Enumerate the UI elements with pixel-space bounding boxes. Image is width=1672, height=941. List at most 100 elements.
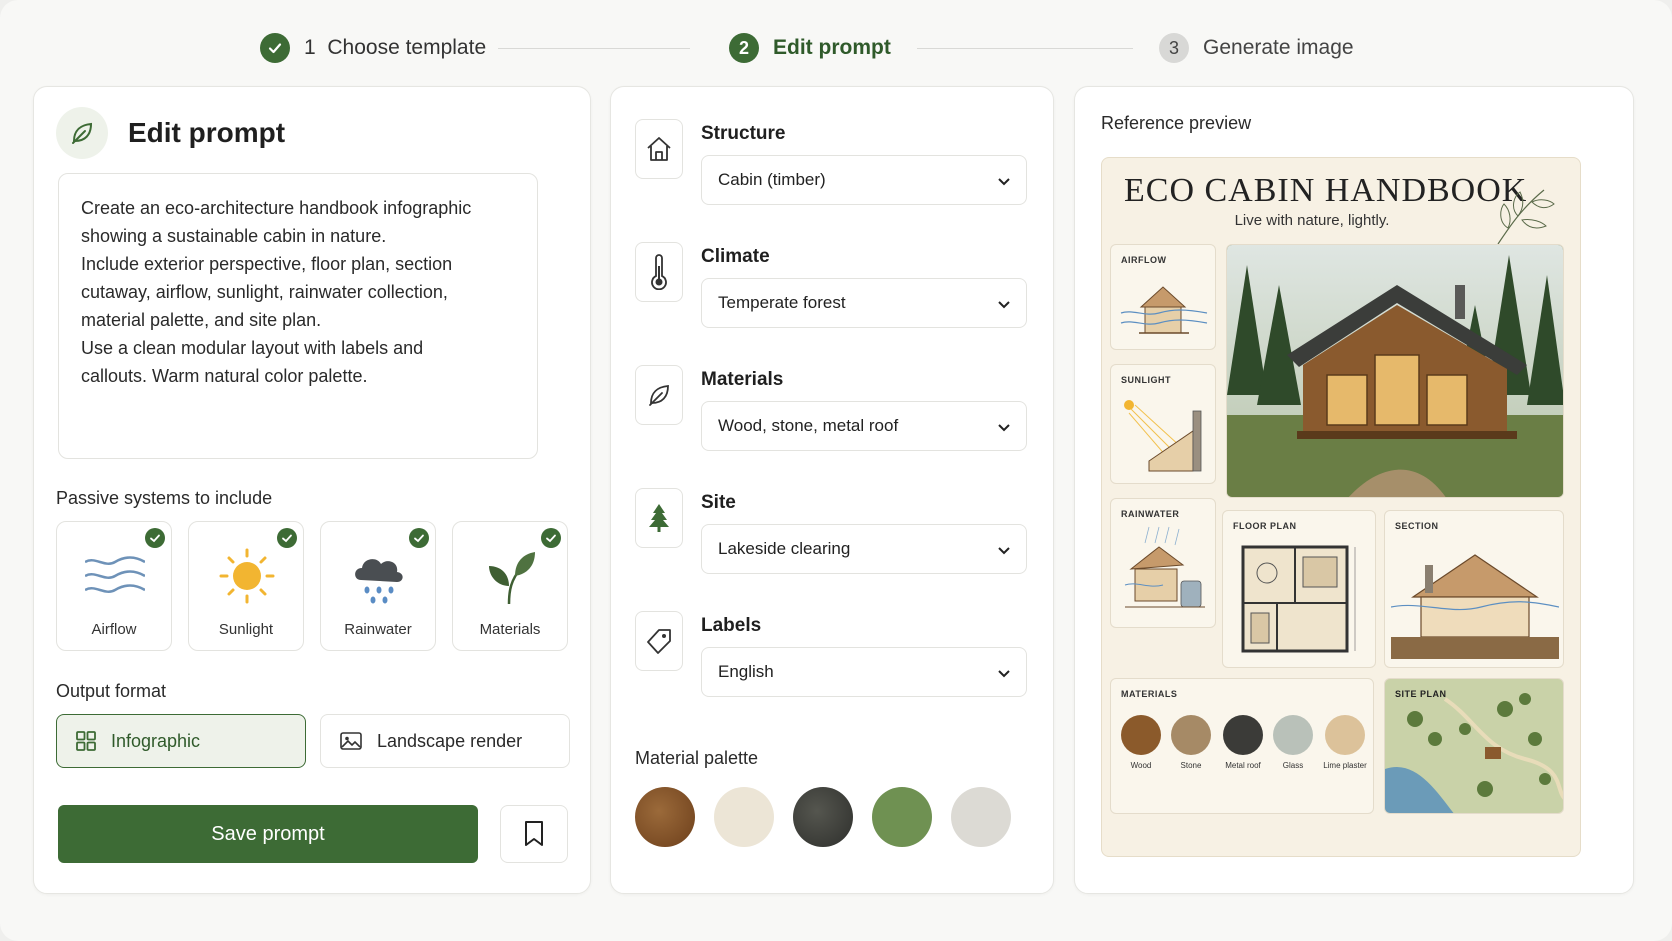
panel-label: FLOOR PLAN [1233,521,1297,531]
material-swatch [1273,715,1313,755]
grid-icon [76,731,96,751]
panel-label: SITE PLAN [1395,689,1447,699]
thermometer-icon [635,242,683,302]
system-tile-airflow[interactable]: Airflow [56,521,172,651]
structure-select[interactable]: Cabin (timber) [701,155,1027,205]
reference-preview-card: Reference preview ECO CABIN HANDBOOK Liv… [1074,86,1634,894]
poster-panel-section: SECTION [1384,510,1564,668]
structure-label: Structure [701,123,786,144]
panel-label: MATERIALS [1121,689,1178,699]
tile-label: Airflow [91,621,137,638]
tile-label: Materials [479,621,541,638]
poster-panel-floor-plan: FLOOR PLAN [1222,510,1376,668]
labels-value: English [718,662,774,681]
app-window: 1 Choose template 2 Edit prompt 3 Genera… [0,0,1672,941]
palette-swatch-stone[interactable] [714,787,774,847]
poster-panel-site-plan: SITE PLAN [1384,678,1564,814]
step-number: 3 [1159,33,1189,63]
system-tile-materials[interactable]: Materials [452,521,568,651]
chevron-down-icon [998,670,1010,678]
chevron-down-icon [998,178,1010,186]
check-icon [277,528,297,548]
tree-icon [635,488,683,548]
check-icon [260,33,290,63]
material-swatch [1325,715,1365,755]
material-name: Stone [1180,761,1202,770]
structure-value: Cabin (timber) [718,170,826,189]
step-edit-prompt[interactable]: 2 Edit prompt [729,28,891,68]
palette-swatch-metal[interactable] [793,787,853,847]
format-infographic-button[interactable]: Infographic [56,714,306,768]
tag-icon [635,611,683,671]
chevron-down-icon [998,301,1010,309]
step-number: 1 [304,36,316,59]
material-swatch [1121,715,1161,755]
rain-cloud-icon [355,559,403,604]
tile-label: Sunlight [218,621,274,638]
prompt-parameters-card: Structure Cabin (timber) Climate Tempera… [610,86,1054,894]
climate-value: Temperate forest [718,293,846,312]
step-generate-image[interactable]: 3 Generate image [1159,28,1354,68]
passive-systems-label: Passive systems to include [56,488,273,508]
check-icon [145,528,165,548]
step-label: Edit prompt [773,36,891,59]
panel-label: AIRFLOW [1121,255,1167,265]
climate-select[interactable]: Temperate forest [701,278,1027,328]
step-connector [917,48,1133,49]
materials-select[interactable]: Wood, stone, metal roof [701,401,1027,451]
page-title: Edit prompt [128,117,286,148]
airflow-icon [85,556,145,593]
site-select[interactable]: Lakeside clearing [701,524,1027,574]
sun-icon [219,548,275,604]
tile-label: Rainwater [344,621,412,638]
material-swatch [1223,715,1263,755]
material-palette-label: Material palette [635,748,759,768]
prompt-textarea[interactable]: Create an eco-architecture handbook info… [58,173,538,459]
system-tile-sunlight[interactable]: Sunlight [188,521,304,651]
poster-panel-sunlight: SUNLIGHT [1110,364,1216,484]
format-landscape-render-button[interactable]: Landscape render [320,714,570,768]
leaf-icon [635,365,683,425]
panel-label: SECTION [1395,521,1439,531]
output-format-label: Output format [56,681,167,701]
palette-swatch-plaster[interactable] [951,787,1011,847]
palette-swatch-moss[interactable] [872,787,932,847]
reference-preview-label: Reference preview [1101,113,1252,133]
poster-cabin-render [1226,244,1564,498]
panel-label: SUNLIGHT [1121,375,1171,385]
materials-value: Wood, stone, metal roof [718,416,899,435]
save-prompt-button[interactable]: Save prompt [58,805,478,863]
bookmark-icon [525,821,543,846]
poster-subtitle: Live with nature, lightly. [1234,212,1390,229]
materials-label: Materials [701,369,784,390]
step-label: Generate image [1203,36,1354,59]
format-label: Landscape render [377,730,523,751]
step-label: Choose template [327,36,487,59]
poster-preview: ECO CABIN HANDBOOK Live with nature, lig… [1101,157,1581,857]
labels-label: Labels [701,615,762,636]
climate-label: Climate [701,246,770,267]
stepper: 1 Choose template 2 Edit prompt 3 Genera… [0,28,1672,68]
edit-prompt-card: Edit prompt Create an eco-architecture h… [33,86,591,894]
bookmark-button[interactable] [500,805,568,863]
leaf-icon [56,107,108,159]
labels-select[interactable]: English [701,647,1027,697]
step-number: 2 [729,33,759,63]
image-icon [340,732,362,750]
check-icon [409,528,429,548]
material-name: Glass [1282,761,1304,770]
palette-swatch-wood[interactable] [635,787,695,847]
leaf-sprig-icon [1497,189,1555,245]
site-value: Lakeside clearing [718,539,851,558]
check-icon [541,528,561,548]
system-tile-rainwater[interactable]: Rainwater [320,521,436,651]
step-connector [498,48,690,49]
chevron-down-icon [998,547,1010,555]
poster-panel-airflow: AIRFLOW [1110,244,1216,350]
material-swatch [1171,715,1211,755]
material-name: Lime plaster [1323,761,1367,770]
poster-title: ECO CABIN HANDBOOK [1124,172,1528,209]
poster-panel-rainwater: RAINWATER [1110,498,1216,628]
step-choose-template[interactable]: 1 Choose template [260,28,486,68]
poster-panel-materials: MATERIALS Wood Stone Metal roof Glass Li… [1110,678,1374,814]
